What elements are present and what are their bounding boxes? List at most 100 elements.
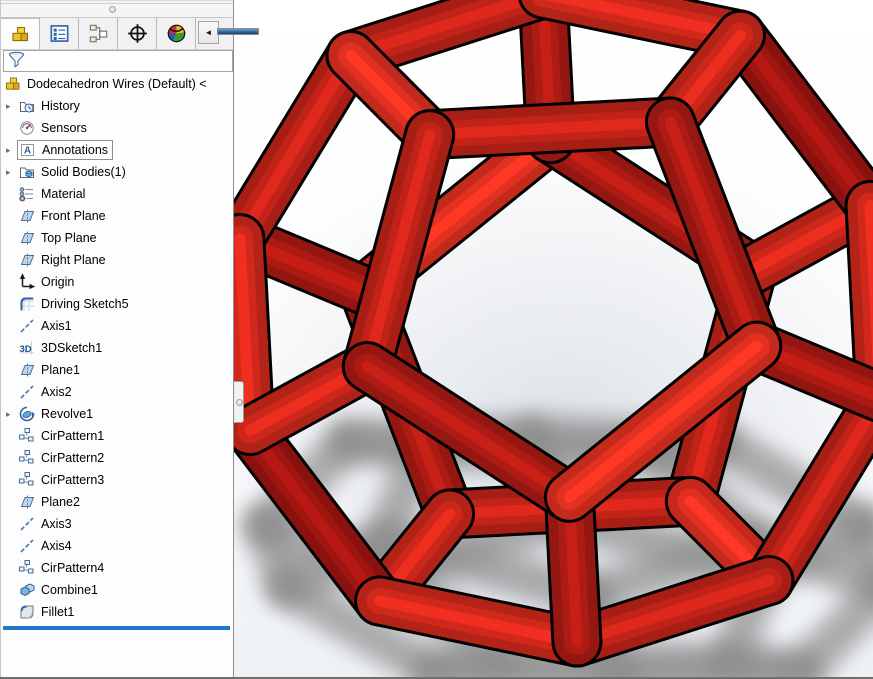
expand-arrow[interactable]: ▸	[1, 145, 17, 156]
configurations-icon	[89, 24, 107, 43]
item-content[interactable]: Right Plane	[17, 250, 110, 270]
panel-splitter-grip[interactable]	[236, 399, 243, 406]
tree-item-top-plane[interactable]: Top Plane	[1, 227, 233, 249]
panel-splitter-tab[interactable]	[234, 381, 244, 423]
tree-item-solid-bodies-1[interactable]: ▸ Solid Bodies(1)	[1, 161, 233, 183]
featuremanager-panel: ◄ Dodecahedron Wires (Default) < ▸ Histor…	[0, 0, 259, 679]
tab-scroll-left-button[interactable]: ◄	[198, 21, 219, 44]
manager-tab-bar: ◄	[1, 18, 259, 50]
axis-icon	[20, 539, 34, 553]
tree-item-plane2[interactable]: Plane2	[1, 491, 233, 513]
item-content[interactable]: Solid Bodies(1)	[17, 162, 130, 182]
rollback-bar[interactable]	[3, 626, 230, 630]
expand-arrow[interactable]: ▸	[1, 101, 17, 112]
sensors-icon	[20, 121, 34, 135]
tree-item-label: Combine1	[41, 583, 98, 597]
tree-item-origin[interactable]: Origin	[1, 271, 233, 293]
item-content[interactable]: Origin	[17, 272, 78, 292]
tree-item-material-not-specified[interactable]: Material	[1, 183, 233, 205]
item-content[interactable]: Material	[17, 184, 89, 204]
panel-top-splitter[interactable]	[1, 0, 233, 18]
part-icon	[6, 77, 20, 90]
fillet-icon	[20, 605, 34, 619]
expand-arrow[interactable]: ▸	[1, 409, 17, 420]
item-content[interactable]: CirPattern3	[17, 470, 108, 490]
tree-item-driving-sketch5[interactable]: Driving Sketch5	[1, 293, 233, 315]
tree-item-axis4[interactable]: Axis4	[1, 535, 233, 557]
tree-item-axis3[interactable]: Axis3	[1, 513, 233, 535]
item-content[interactable]: Axis1	[17, 316, 76, 336]
item-content[interactable]: Plane1	[17, 360, 84, 380]
tree-item-combine1[interactable]: Combine1	[1, 579, 233, 601]
tree-item-plane1[interactable]: Plane1	[1, 359, 233, 381]
item-content[interactable]: Sensors	[17, 118, 91, 138]
solid-bodies-icon	[20, 167, 34, 178]
tree-root-item[interactable]: Dodecahedron Wires (Default) <	[1, 73, 233, 95]
item-content[interactable]: 3D 3DSketch1	[17, 338, 106, 358]
tab-dimxpertmanager[interactable]	[118, 18, 157, 49]
tree-item-axis1[interactable]: Axis1	[1, 315, 233, 337]
selection-box[interactable]: A Annotations	[17, 140, 114, 160]
item-content[interactable]: Axis4	[17, 536, 76, 556]
tree-item-cirpattern1[interactable]: CirPattern1	[1, 425, 233, 447]
tree-item-3dsketch1[interactable]: 3D 3DSketch1	[1, 337, 233, 359]
item-content[interactable]: Fillet1	[17, 602, 78, 622]
feature-tree: Dodecahedron Wires (Default) < ▸ History …	[1, 72, 233, 630]
item-content[interactable]: CirPattern1	[17, 426, 108, 446]
tree-item-sensors[interactable]: Sensors	[1, 117, 233, 139]
tab-propertymanager[interactable]	[40, 18, 79, 49]
dimxpert-icon	[127, 24, 147, 43]
sketch3d-icon: 3D	[20, 341, 34, 355]
item-content[interactable]: Top Plane	[17, 228, 101, 248]
cirpattern-icon	[19, 472, 34, 486]
tree-item-cirpattern3[interactable]: CirPattern3	[1, 469, 233, 491]
sketch-icon	[20, 297, 34, 311]
tab-featuremanager[interactable]	[1, 18, 40, 49]
item-content[interactable]: Axis2	[17, 382, 76, 402]
svg-text:A: A	[24, 145, 31, 156]
item-content[interactable]: Axis3	[17, 514, 76, 534]
axis-icon	[20, 517, 34, 531]
model-dodecahedron-wire-frame	[234, 0, 873, 679]
graphics-area[interactable]	[234, 0, 873, 679]
tree-item-cirpattern4[interactable]: CirPattern4	[1, 557, 233, 579]
expand-arrow[interactable]: ▸	[1, 167, 17, 178]
tree-item-cirpattern2[interactable]: CirPattern2	[1, 447, 233, 469]
item-content[interactable]: CirPattern4	[17, 558, 108, 578]
tree-item-label: Top Plane	[41, 231, 97, 245]
plane-icon	[20, 363, 35, 377]
tree-item-label: Solid Bodies(1)	[41, 165, 126, 179]
item-content[interactable]: History	[17, 96, 84, 116]
tree-item-label: History	[41, 99, 80, 113]
tab-displaymanager[interactable]	[157, 18, 196, 49]
splitter-grip-dot[interactable]	[109, 6, 116, 13]
tree-item-revolve1[interactable]: ▸ Revolve1	[1, 403, 233, 425]
tree-item-fillet1[interactable]: Fillet1	[1, 601, 233, 623]
svg-text:3D: 3D	[20, 344, 32, 355]
tree-item-label: Origin	[41, 275, 75, 289]
tree-item-label: Axis1	[41, 319, 72, 333]
item-content[interactable]: Revolve1	[17, 404, 97, 424]
plane-icon	[20, 231, 35, 245]
origin-icon	[19, 273, 36, 290]
plane-icon	[20, 495, 35, 509]
item-content[interactable]: Plane2	[17, 492, 84, 512]
tree-item-annotations[interactable]: ▸ A Annotations	[1, 139, 233, 161]
tree-item-history[interactable]: ▸ History	[1, 95, 233, 117]
tab-configurationmanager[interactable]	[79, 18, 118, 49]
item-content[interactable]: Combine1	[17, 580, 102, 600]
item-content[interactable]: Driving Sketch5	[17, 294, 133, 314]
tree-item-label: CirPattern4	[41, 561, 105, 575]
tree-item-right-plane[interactable]: Right Plane	[1, 249, 233, 271]
combine-icon	[20, 583, 35, 597]
item-content[interactable]: CirPattern2	[17, 448, 108, 468]
axis-icon	[20, 319, 34, 333]
tree-item-axis2[interactable]: Axis2	[1, 381, 233, 403]
plane-icon	[20, 253, 35, 267]
tree-item-label: Sensors	[41, 121, 87, 135]
cirpattern-icon	[19, 450, 34, 464]
filter-funnel-icon[interactable]	[4, 50, 26, 72]
tree-item-front-plane[interactable]: Front Plane	[1, 205, 233, 227]
item-content[interactable]: Front Plane	[17, 206, 110, 226]
feature-filter-box[interactable]	[3, 50, 233, 72]
